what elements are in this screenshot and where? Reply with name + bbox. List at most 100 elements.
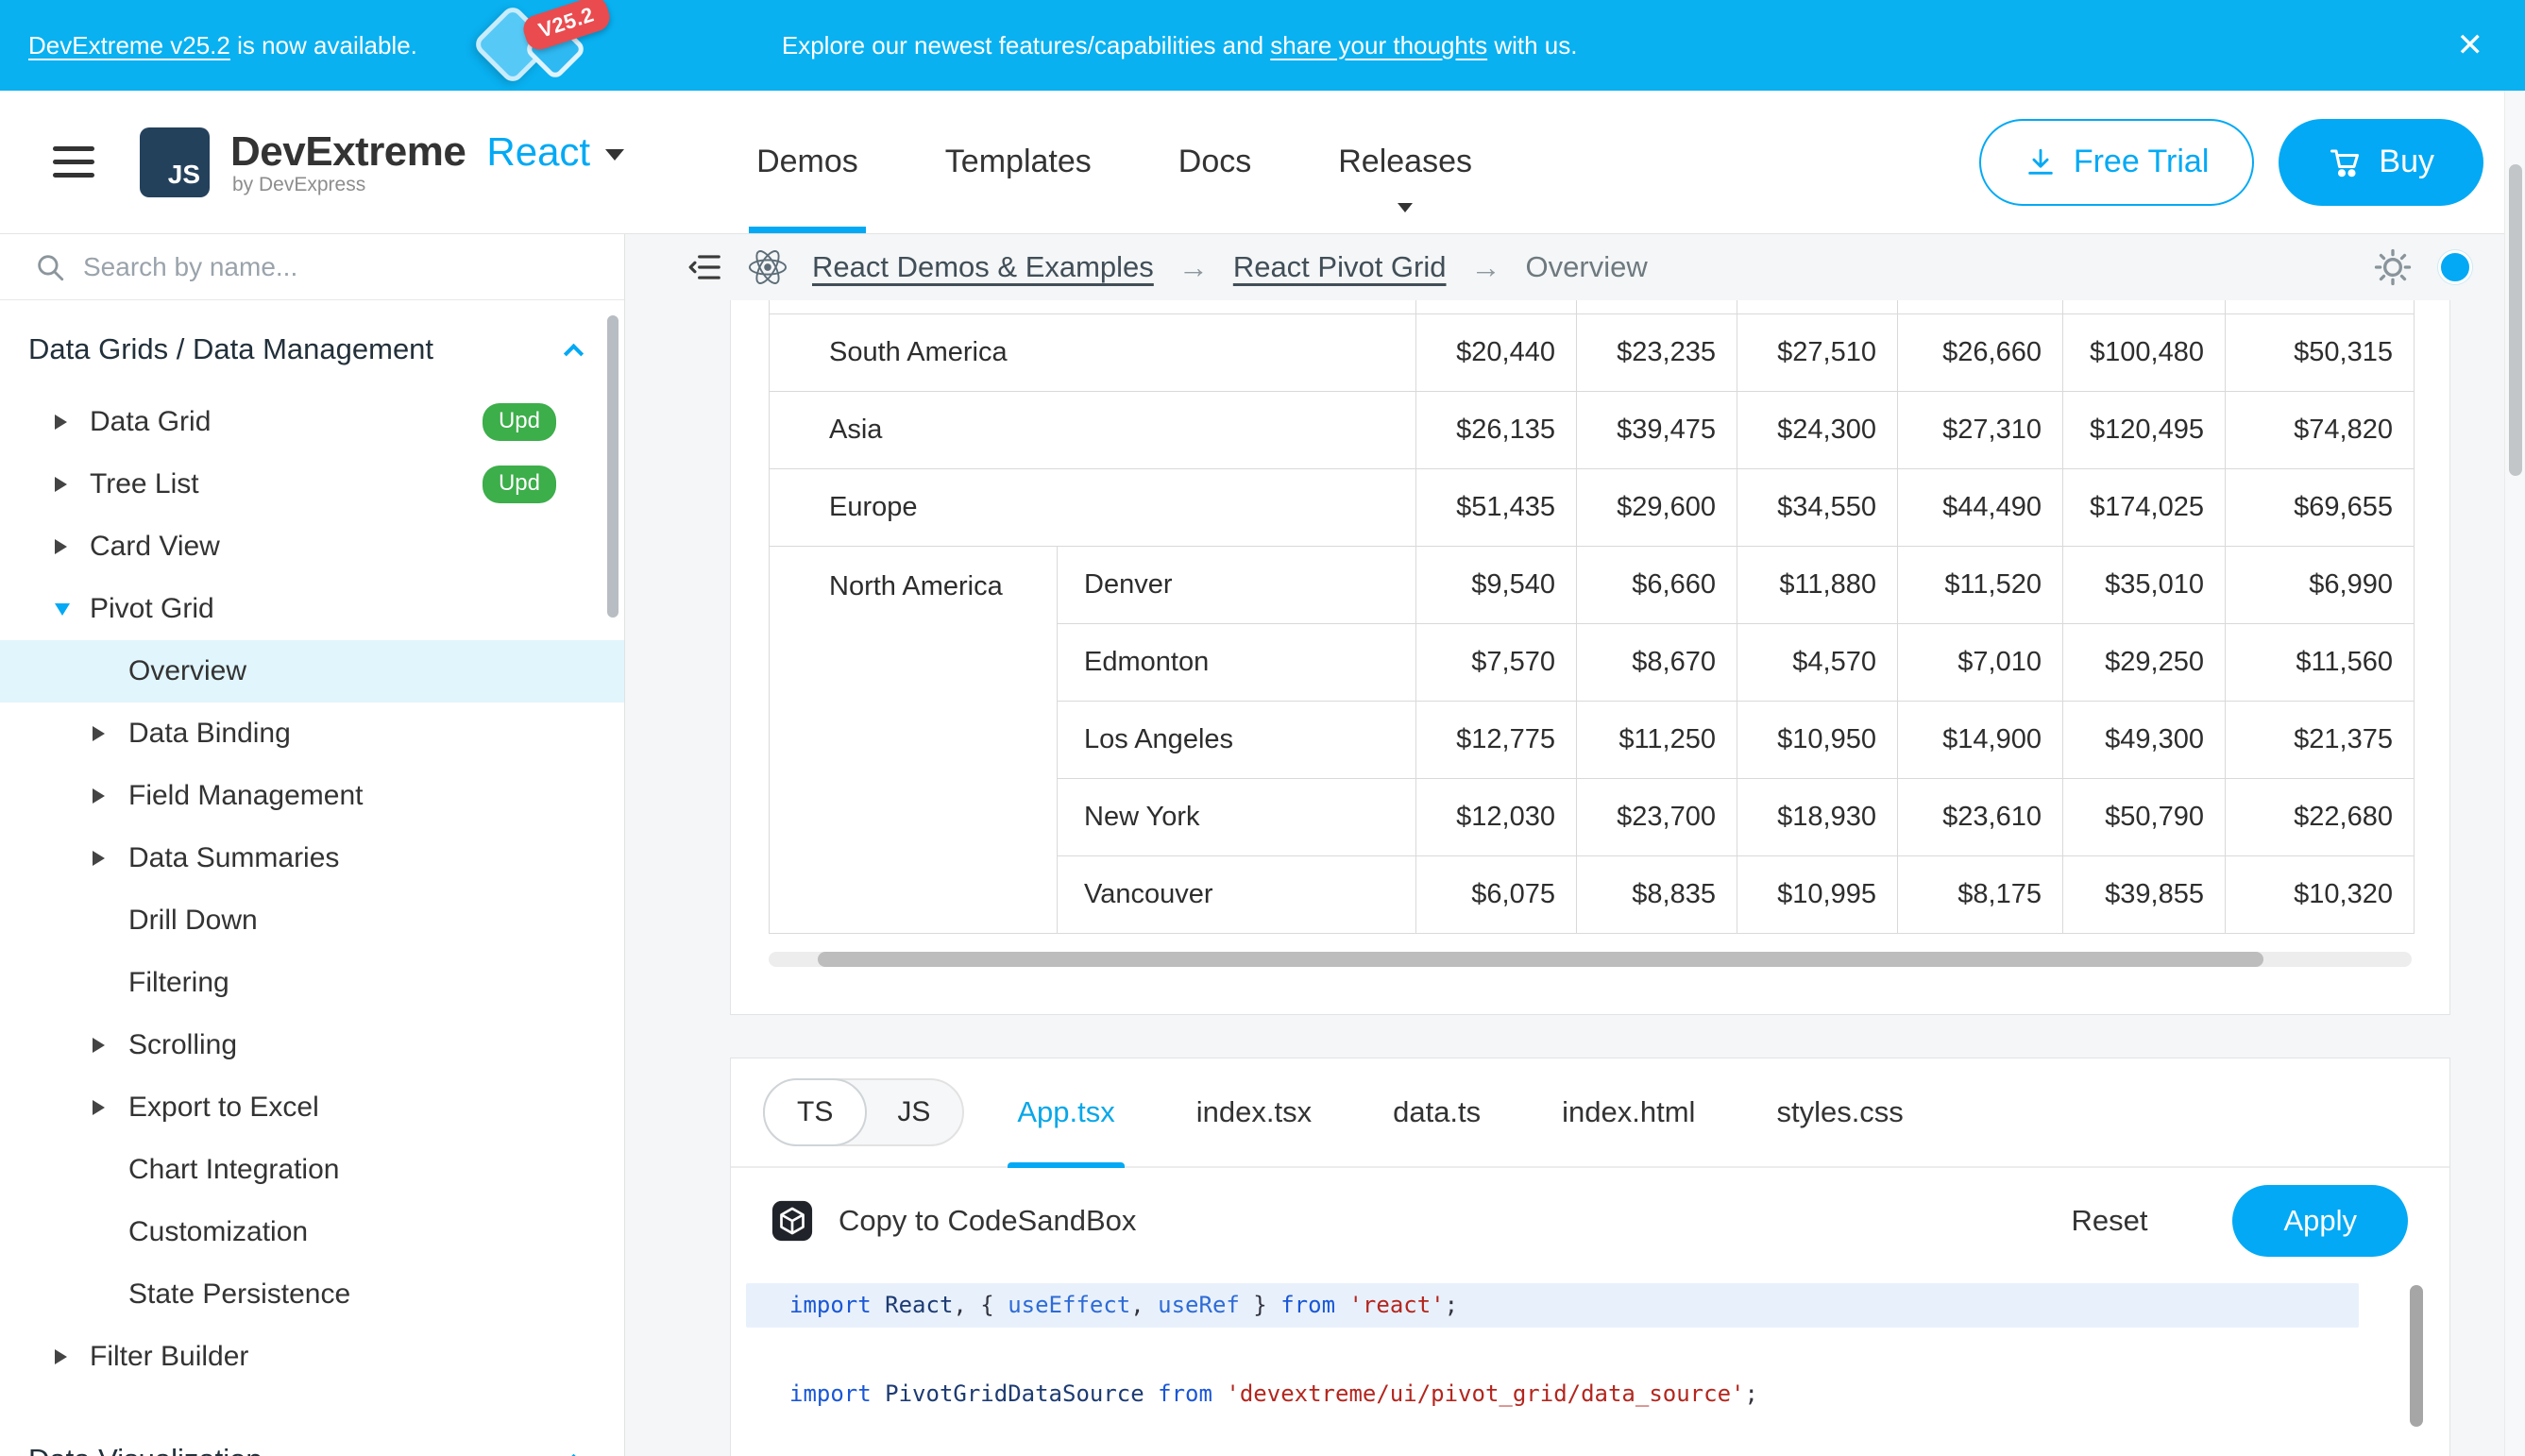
menu-icon[interactable]: [53, 146, 94, 178]
code-line: [731, 1328, 2449, 1372]
search-input[interactable]: [83, 252, 605, 282]
sidebar-item-label: Customization: [128, 1216, 308, 1248]
framework-selector[interactable]: React: [486, 129, 624, 175]
pivot-group-header[interactable]: Asia: [770, 391, 1416, 468]
sidebar-item-export-to-excel[interactable]: Export to Excel: [0, 1076, 624, 1139]
clipped-cell: [2063, 300, 2226, 313]
pivot-value-cell: $27,310: [1898, 391, 2063, 468]
sidebar-item-label: Pivot Grid: [90, 593, 214, 625]
tab-data-ts[interactable]: data.ts: [1393, 1058, 1481, 1166]
tab-index-tsx[interactable]: index.tsx: [1196, 1058, 1312, 1166]
sidebar-item-data-summaries[interactable]: Data Summaries: [0, 827, 624, 889]
pivot-value-cell: $51,435: [1416, 468, 1577, 546]
sidebar-item-customization[interactable]: Customization: [0, 1201, 624, 1263]
sidebar-item-data-grid[interactable]: Data GridUpd: [0, 391, 624, 453]
pivot-row-header[interactable]: Vancouver: [1058, 855, 1416, 933]
tab-index-html[interactable]: index.html: [1562, 1058, 1695, 1166]
expander-right-icon: [93, 1100, 105, 1115]
sidebar-item-drill-down[interactable]: Drill Down: [0, 889, 624, 952]
pivot-value-cell: $35,010: [2063, 546, 2226, 623]
nav-item-releases[interactable]: Releases: [1338, 91, 1472, 233]
close-icon[interactable]: ✕: [2449, 25, 2492, 65]
sidebar-item-overview[interactable]: Overview: [0, 640, 624, 703]
pivot-demo-card: South America$20,440$23,235$27,510$26,66…: [730, 300, 2450, 1015]
download-icon: [2025, 146, 2057, 178]
banner-announcement: DevExtreme v25.2 is now available.: [28, 31, 417, 60]
framework-label: React: [486, 129, 590, 175]
nav-item-templates[interactable]: Templates: [945, 91, 1092, 233]
sidebar-section-data-visualization[interactable]: Data Visualization: [0, 1411, 624, 1456]
theme-toggle[interactable]: [2438, 250, 2472, 284]
pivot-group-header[interactable]: South America: [770, 313, 1416, 391]
apply-button[interactable]: Apply: [2232, 1185, 2408, 1257]
devextreme-logo[interactable]: JS: [140, 127, 210, 197]
sidebar-item-chart-integration[interactable]: Chart Integration: [0, 1139, 624, 1201]
nav-item-demos[interactable]: Demos: [756, 91, 858, 233]
tab-app-tsx[interactable]: App.tsx: [1017, 1058, 1114, 1166]
pivot-value-cell: $29,600: [1577, 468, 1737, 546]
code-token: [1144, 1380, 1158, 1407]
sidebar-item-label: Filter Builder: [90, 1341, 248, 1373]
pivot-value-cell: $8,175: [1898, 855, 2063, 933]
sidebar-item-filtering[interactable]: Filtering: [0, 952, 624, 1014]
sidebar-item-field-management[interactable]: Field Management: [0, 765, 624, 827]
pivot-row-header[interactable]: Denver: [1058, 546, 1416, 623]
sidebar-item-card-view[interactable]: Card View: [0, 516, 624, 578]
code-line: import PivotGridDataSource from 'devextr…: [731, 1372, 2449, 1416]
sidebar-item-label: State Persistence: [128, 1278, 350, 1311]
code-scrollbar-thumb[interactable]: [2410, 1285, 2423, 1427]
pivot-value-cell: $23,235: [1577, 313, 1737, 391]
banner-message-prefix: Explore our newest features/capabilities…: [782, 31, 1270, 59]
pivot-row-header[interactable]: Edmonton: [1058, 623, 1416, 701]
code-tabbar: TSJS App.tsx index.tsx data.ts index.html st…: [731, 1058, 2449, 1168]
pivot-value-cell: $8,670: [1577, 623, 1737, 701]
code-editor[interactable]: import React, { useEffect, useRef } from…: [731, 1274, 2449, 1456]
copy-to-codesandbox-button[interactable]: Copy to CodeSandBox: [771, 1199, 1136, 1243]
pivot-row-header[interactable]: Los Angeles: [1058, 701, 1416, 778]
tab-styles-css[interactable]: styles.css: [1776, 1058, 1903, 1166]
horizontal-scrollbar-thumb[interactable]: [818, 952, 2263, 967]
breadcrumb-link-demos[interactable]: React Demos & Examples: [812, 250, 1154, 284]
free-trial-button[interactable]: Free Trial: [1979, 119, 2255, 206]
code-token: [872, 1380, 885, 1407]
lang-option-ts[interactable]: TS: [763, 1078, 867, 1146]
sidebar-item-pivot-grid[interactable]: Pivot Grid: [0, 578, 624, 640]
horizontal-scrollbar[interactable]: [769, 952, 2412, 967]
buy-button[interactable]: Buy: [2279, 119, 2483, 206]
version-link[interactable]: DevExtreme v25.2: [28, 31, 230, 59]
page-scrollbar-thumb[interactable]: [2509, 164, 2522, 476]
sidebar-scrollbar-thumb[interactable]: [607, 315, 619, 618]
sidebar-item-tree-list[interactable]: Tree ListUpd: [0, 453, 624, 516]
reset-button[interactable]: Reset: [2071, 1204, 2147, 1238]
toc-toggle-icon[interactable]: [687, 249, 723, 285]
expander-right-icon: [55, 1349, 67, 1364]
sidebar-section-data-grids[interactable]: Data Grids / Data Management: [0, 300, 624, 391]
pivot-row-header[interactable]: New York: [1058, 778, 1416, 855]
react-icon: [748, 247, 788, 287]
share-your-thoughts-link[interactable]: share your thoughts: [1270, 31, 1487, 59]
lang-option-js[interactable]: JS: [863, 1078, 964, 1146]
breadcrumb-link-pivot-grid[interactable]: React Pivot Grid: [1233, 250, 1447, 284]
sidebar-item-label: Data Summaries: [128, 842, 339, 874]
code-token: }: [1240, 1292, 1280, 1318]
sidebar-item-data-binding[interactable]: Data Binding: [0, 703, 624, 765]
sidebar-item-filter-builder[interactable]: Filter Builder: [0, 1326, 624, 1388]
app-header: JS DevExtreme React by DevExpress DemosT…: [0, 91, 2525, 234]
clipped-cell: [2226, 300, 2415, 313]
page-scrollbar[interactable]: [2504, 91, 2525, 1456]
devextreme-box-logo: V25.2: [442, 0, 640, 91]
pivot-value-cell: $6,660: [1577, 546, 1737, 623]
pivot-group-header[interactable]: North America: [770, 546, 1058, 933]
pivot-value-cell: $26,660: [1898, 313, 2063, 391]
nav-item-docs[interactable]: Docs: [1178, 91, 1251, 233]
nav-item-label: Releases: [1338, 144, 1472, 180]
sidebar-item-scrolling[interactable]: Scrolling: [0, 1014, 624, 1076]
code-token: React: [885, 1292, 953, 1318]
expander-right-icon: [93, 851, 105, 866]
nav-item-label: Templates: [945, 144, 1092, 180]
pivot-table-body: South America$20,440$23,235$27,510$26,66…: [770, 300, 2415, 933]
pivot-value-cell: $9,540: [1416, 546, 1577, 623]
sidebar-item-state-persistence[interactable]: State Persistence: [0, 1263, 624, 1326]
pivot-group-header[interactable]: Europe: [770, 468, 1416, 546]
expander-right-icon: [55, 477, 67, 492]
